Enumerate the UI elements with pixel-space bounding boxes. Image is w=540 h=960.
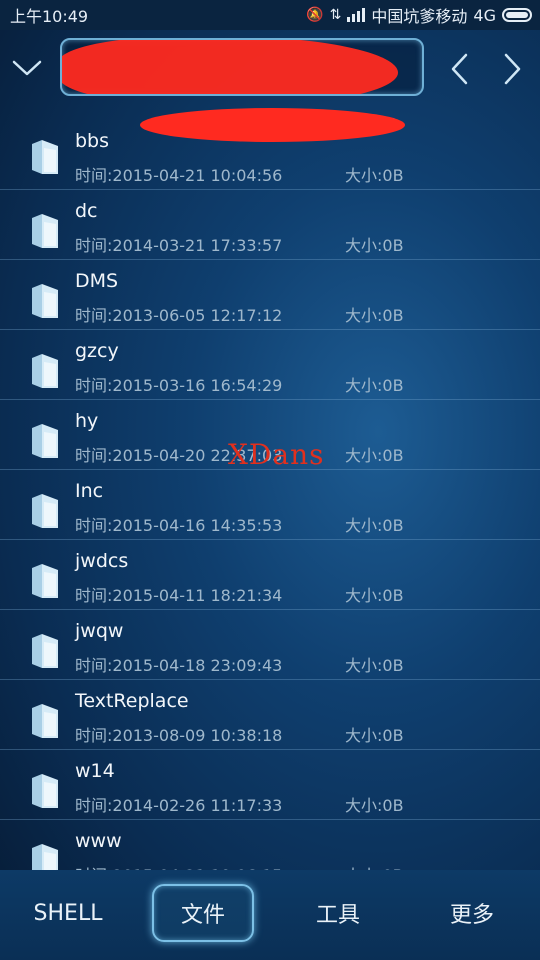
file-size: 大小:0B xyxy=(345,656,404,675)
folder-icon xyxy=(32,424,58,458)
file-name: dc xyxy=(75,200,98,222)
tab-more[interactable]: 更多 xyxy=(422,884,522,942)
carrier-name: 中国坑爹移动 xyxy=(371,7,468,26)
path-input[interactable] xyxy=(60,38,424,96)
file-size: 大小:0B xyxy=(345,586,404,605)
file-row[interactable]: dc 时间:2014-03-21 17:33:57 大小:0B xyxy=(0,190,540,260)
status-time: 上午10:49 xyxy=(10,7,89,26)
file-size: 大小:0B xyxy=(345,166,404,185)
file-size: 大小:0B xyxy=(345,446,404,465)
file-time: 时间:2015-04-21 10:04:56 xyxy=(75,166,283,185)
status-bar: 上午10:49 🔕 ⇅ 中国坑爹移动 4G xyxy=(0,0,540,30)
file-row[interactable]: jwqw 时间:2015-04-18 23:09:43 大小:0B xyxy=(0,610,540,680)
data-transfer-icon: ⇅ xyxy=(329,7,342,23)
redaction-mark xyxy=(62,40,398,94)
mute-icon: 🔕 xyxy=(306,7,324,23)
file-row[interactable]: jwdcs 时间:2015-04-11 18:21:34 大小:0B xyxy=(0,540,540,610)
header-bar: asp. xyxy=(0,30,540,142)
file-time: 时间:2013-08-09 10:38:18 xyxy=(75,726,283,745)
file-name: Inc xyxy=(75,480,104,502)
file-name: jwqw xyxy=(75,620,124,642)
folder-icon xyxy=(32,564,58,598)
tab-files[interactable]: 文件 xyxy=(152,884,254,942)
tab-more-label: 更多 xyxy=(449,903,494,928)
network-type: 4G xyxy=(473,5,496,25)
folder-icon xyxy=(32,354,58,388)
file-time: 时间:2015-03-16 16:54:29 xyxy=(75,376,283,395)
chevron-right-icon[interactable] xyxy=(500,52,524,86)
tab-tools[interactable]: 工具 xyxy=(288,884,388,942)
file-name: bbs xyxy=(75,130,110,152)
chevron-left-icon[interactable] xyxy=(448,52,472,86)
file-size: 大小:0B xyxy=(345,306,404,325)
battery-icon xyxy=(502,8,532,22)
folder-icon xyxy=(32,704,58,738)
tab-files-label: 文件 xyxy=(180,903,225,928)
file-size: 大小:0B xyxy=(345,376,404,395)
file-name: gzcy xyxy=(75,340,119,362)
file-name: www xyxy=(75,830,122,852)
file-size: 大小:0B xyxy=(345,516,404,535)
file-row[interactable]: www 时间:2015-04-21 10:06:15 大小:0B xyxy=(0,820,540,870)
file-name: w14 xyxy=(75,760,115,782)
file-time: 时间:2015-04-18 23:09:43 xyxy=(75,656,283,675)
folder-icon xyxy=(32,214,58,248)
folder-icon xyxy=(32,774,58,808)
file-row[interactable]: w14 时间:2014-02-26 11:17:33 大小:0B xyxy=(0,750,540,820)
file-size: 大小:0B xyxy=(345,726,404,745)
tab-shell[interactable]: SHELL xyxy=(18,884,118,942)
file-list: bbs 时间:2015-04-21 10:04:56 大小:0B dc 时间:2… xyxy=(0,110,540,870)
folder-icon xyxy=(32,844,58,870)
file-name: jwdcs xyxy=(75,550,129,572)
status-indicators: 🔕 ⇅ 中国坑爹移动 4G xyxy=(306,3,532,27)
file-name: hy xyxy=(75,410,99,432)
file-time: 时间:2014-02-26 11:17:33 xyxy=(75,796,283,815)
bottom-tab-bar: SHELL 文件 工具 更多 xyxy=(0,870,540,960)
signal-icon xyxy=(347,8,366,22)
file-time: 时间:2015-04-16 14:35:53 xyxy=(75,516,283,535)
file-row[interactable]: TextReplace 时间:2013-08-09 10:38:18 大小:0B xyxy=(0,680,540,750)
file-size: 大小:0B xyxy=(345,236,404,255)
folder-icon xyxy=(32,634,58,668)
file-row[interactable]: Inc 时间:2015-04-16 14:35:53 大小:0B xyxy=(0,470,540,540)
file-time: 时间:2013-06-05 12:17:12 xyxy=(75,306,283,325)
file-name: DMS xyxy=(75,270,119,292)
file-row[interactable]: gzcy 时间:2015-03-16 16:54:29 大小:0B xyxy=(0,330,540,400)
file-time: 时间:2014-03-21 17:33:57 xyxy=(75,236,283,255)
file-time: 时间:2015-04-11 18:21:34 xyxy=(75,586,283,605)
file-size: 大小:0B xyxy=(345,796,404,815)
watermark-text: XDans xyxy=(228,438,325,471)
folder-icon xyxy=(32,140,58,174)
file-size: 大小:0B xyxy=(345,862,404,870)
file-name: TextReplace xyxy=(75,690,189,712)
folder-icon xyxy=(32,284,58,318)
redaction-mark-2 xyxy=(140,108,405,142)
file-row[interactable]: DMS 时间:2013-06-05 12:17:12 大小:0B xyxy=(0,260,540,330)
chevron-down-icon[interactable] xyxy=(12,56,42,80)
file-time: 时间:2015-04-21 10:06:15 xyxy=(75,862,282,870)
tab-shell-label: SHELL xyxy=(33,900,103,926)
tab-tools-label: 工具 xyxy=(315,903,360,928)
folder-icon xyxy=(32,494,58,528)
